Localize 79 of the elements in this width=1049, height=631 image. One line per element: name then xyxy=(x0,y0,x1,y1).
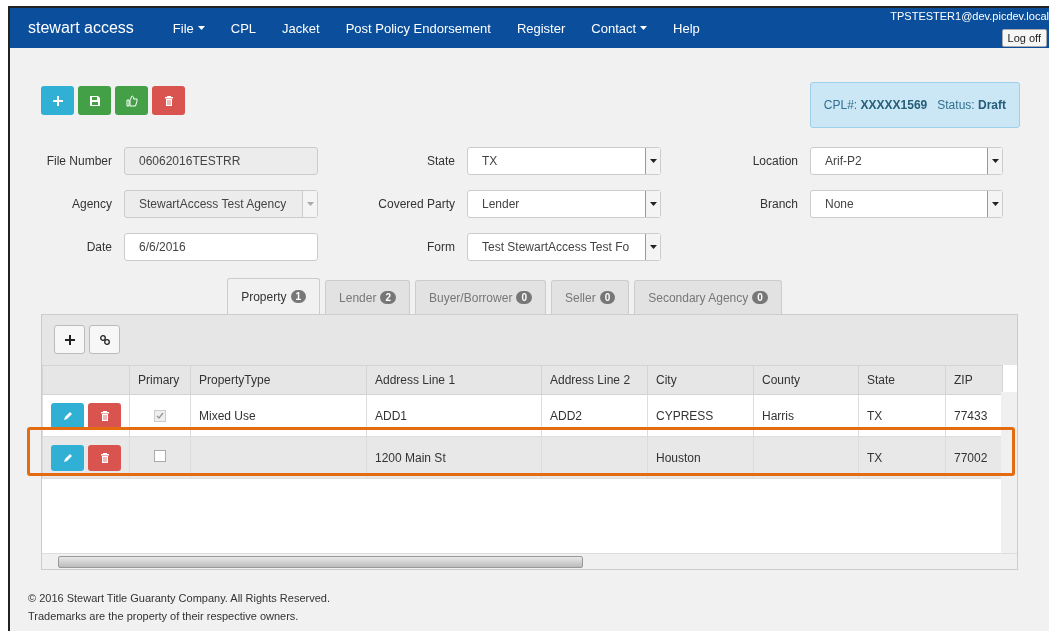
plus-icon xyxy=(51,94,64,107)
dropdown-field[interactable]: Lender xyxy=(467,190,661,218)
column-header[interactable]: Primary xyxy=(129,365,191,395)
cpl-status-text: CPL#: XXXXX1569 Status: Draft xyxy=(823,98,1006,112)
column-header[interactable]: County xyxy=(753,365,859,395)
delete-button[interactable] xyxy=(152,86,185,115)
save-button[interactable] xyxy=(78,86,111,115)
tab[interactable]: Lender 2 xyxy=(325,280,410,314)
field-label: Covered Party xyxy=(377,197,456,211)
input-field[interactable]: 6/6/2016 xyxy=(124,233,318,261)
primary-checkbox[interactable] xyxy=(154,450,166,462)
dropdown-field[interactable]: Test StewartAccess Test Fo xyxy=(467,233,661,261)
user-email: TPSTESTER1@dev.picdev.local xyxy=(890,10,1049,22)
dropdown-field[interactable]: TX xyxy=(467,147,661,175)
dropdown-arrow-icon xyxy=(649,202,657,206)
dropdown-arrow-icon xyxy=(306,202,314,206)
column-header[interactable]: Address Line 2 xyxy=(541,365,648,395)
table-cell: Mixed Use xyxy=(190,394,367,437)
nav-menu-item[interactable]: CPL xyxy=(217,20,270,36)
footer-text: © 2016 Stewart Title Guaranty Company. All Rights Reserved. xyxy=(28,591,331,606)
count-badge: 2 xyxy=(380,291,396,304)
dropdown-arrow-icon xyxy=(649,245,657,249)
column-header[interactable]: City xyxy=(647,365,754,395)
tab[interactable]: Secondary Agency 0 xyxy=(634,280,782,314)
brand-logo[interactable]: stewart access xyxy=(28,19,134,37)
nav-menu-item[interactable]: File xyxy=(159,20,218,36)
input-field[interactable]: 06062016TESTRR xyxy=(124,147,318,175)
edit-button[interactable] xyxy=(51,444,84,471)
field-label: Agency xyxy=(70,197,113,211)
logoff-button[interactable]: Log off xyxy=(1001,29,1047,47)
dropdown-arrow-icon xyxy=(991,202,999,206)
nav-menu-item[interactable]: Contact xyxy=(578,20,661,36)
delete-button[interactable] xyxy=(88,444,121,471)
field-label: Form xyxy=(426,240,456,254)
dropdown-field[interactable]: Arif-P2 xyxy=(810,147,1003,175)
thumbs-up-icon xyxy=(125,94,138,107)
column-header[interactable]: PropertyType xyxy=(190,365,367,395)
horizontal-scrollbar[interactable] xyxy=(42,553,1017,569)
trash-icon xyxy=(98,451,111,464)
field-label: Branch xyxy=(758,197,799,211)
column-header[interactable]: Address Line 1 xyxy=(366,365,542,395)
count-badge: 1 xyxy=(290,290,307,303)
dropdown-field[interactable]: None xyxy=(810,190,1003,218)
pencil-icon xyxy=(61,451,74,464)
field-label: Date xyxy=(85,240,113,254)
nav-menu-item[interactable]: Jacket xyxy=(269,20,333,36)
table-cell: TX xyxy=(858,394,946,437)
count-badge: 0 xyxy=(752,291,768,304)
nav-menu-item[interactable]: Post Policy Endorsement xyxy=(332,20,504,36)
count-badge: 0 xyxy=(599,291,616,304)
table-cell: CYPRESS xyxy=(647,394,754,437)
pencil-icon xyxy=(61,409,74,422)
dropdown-arrow-icon xyxy=(991,159,999,163)
tab[interactable]: Buyer/Borrower 0 xyxy=(415,280,546,314)
link-icon xyxy=(98,333,111,346)
count-badge: 0 xyxy=(516,291,532,304)
table-cell: Harris xyxy=(753,394,859,437)
field-label: File Number xyxy=(45,154,113,168)
table-cell: ADD2 xyxy=(541,394,648,437)
column-header[interactable]: ZIP xyxy=(945,365,1003,395)
link-button[interactable] xyxy=(89,325,120,354)
footer-text: Trademarks are the property of their respective owners. xyxy=(28,609,300,624)
vertical-scrollbar[interactable] xyxy=(1001,392,1017,553)
delete-button[interactable] xyxy=(88,402,121,429)
approve-button[interactable] xyxy=(115,86,148,115)
column-header[interactable]: State xyxy=(858,365,946,395)
edit-button[interactable] xyxy=(51,402,84,429)
add-button[interactable] xyxy=(54,325,85,354)
plus-icon xyxy=(63,333,76,346)
dropdown-arrow-icon xyxy=(649,159,657,163)
field-label: State xyxy=(425,154,456,168)
nav-menu-item[interactable]: Register xyxy=(503,20,579,36)
field-label: Location xyxy=(751,154,799,168)
table-cell: ADD1 xyxy=(366,394,542,437)
tab[interactable]: Property 1 xyxy=(227,278,321,314)
nav-menu-item[interactable]: Help xyxy=(660,20,713,36)
trash-icon xyxy=(162,94,175,107)
trash-icon xyxy=(98,409,111,422)
tab[interactable]: Seller 0 xyxy=(550,280,630,314)
